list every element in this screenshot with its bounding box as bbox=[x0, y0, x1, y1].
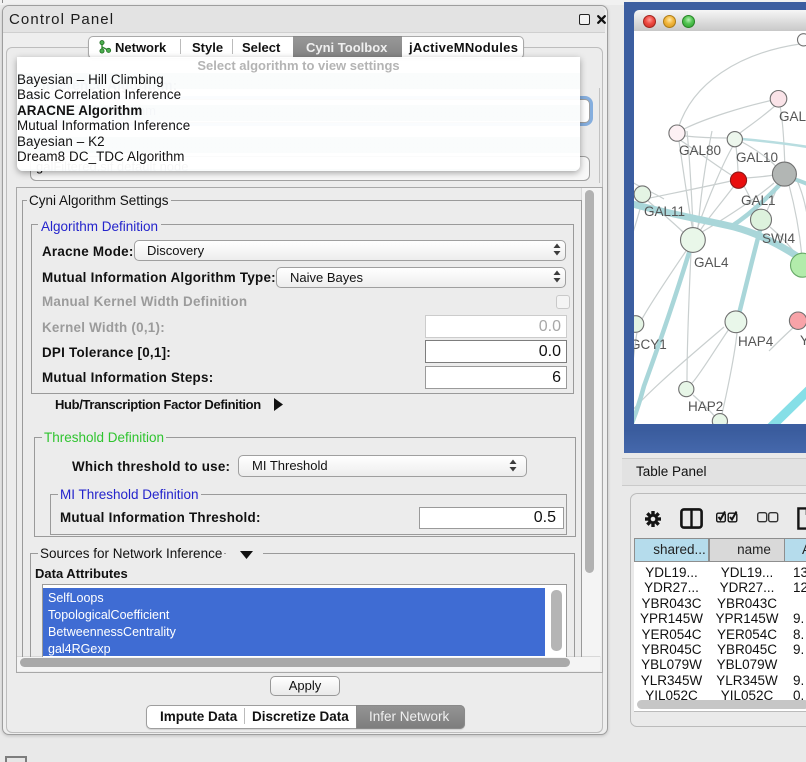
svg-text:GAL10: GAL10 bbox=[736, 150, 778, 165]
svg-text:GAL: GAL bbox=[779, 109, 806, 124]
svg-text:GAL80: GAL80 bbox=[679, 143, 721, 158]
svg-text:HAP4: HAP4 bbox=[738, 334, 774, 349]
svg-text:GAL1: GAL1 bbox=[741, 193, 776, 208]
svg-text:GAL4: GAL4 bbox=[694, 255, 729, 270]
svg-text:Y: Y bbox=[800, 333, 806, 348]
svg-text:HAP2: HAP2 bbox=[688, 399, 723, 414]
svg-text:GAL11: GAL11 bbox=[644, 204, 685, 219]
svg-text:SWI4: SWI4 bbox=[762, 231, 795, 246]
svg-text:GCY1: GCY1 bbox=[634, 337, 667, 352]
